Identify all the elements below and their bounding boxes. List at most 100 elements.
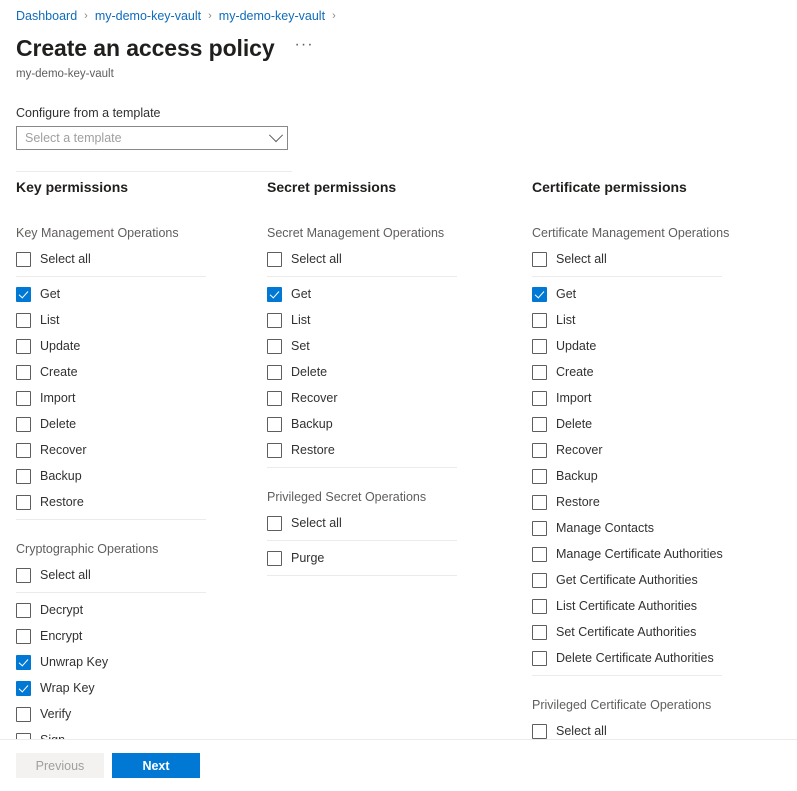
permission-checkbox[interactable]: Delete bbox=[16, 411, 256, 437]
permission-checkbox[interactable]: Update bbox=[16, 333, 256, 359]
section-divider bbox=[16, 171, 292, 172]
permission-checkbox[interactable]: List bbox=[16, 307, 256, 333]
permission-checkbox[interactable]: List bbox=[267, 307, 507, 333]
permission-checkbox[interactable]: Recover bbox=[16, 437, 256, 463]
permission-checkbox[interactable]: Decrypt bbox=[16, 597, 256, 623]
permission-checkbox[interactable]: Unwrap Key bbox=[16, 649, 256, 675]
checkbox-label: Recover bbox=[291, 391, 338, 405]
checkbox-unchecked-icon bbox=[532, 598, 547, 614]
checkbox-unchecked-icon bbox=[267, 390, 282, 406]
group-divider bbox=[16, 276, 206, 277]
group-label: Privileged Secret Operations bbox=[267, 490, 427, 504]
checkbox-unchecked-icon bbox=[16, 251, 31, 267]
select-all-checkbox[interactable]: Select all bbox=[16, 562, 256, 588]
breadcrumb: Dashboard › my-demo-key-vault › my-demo-key-… bbox=[0, 0, 797, 24]
permission-checkbox[interactable]: Create bbox=[532, 359, 772, 385]
checkbox-unchecked-icon bbox=[532, 650, 547, 666]
permission-checkbox[interactable]: Delete bbox=[532, 411, 772, 437]
breadcrumb-item-1[interactable]: my-demo-key-vault bbox=[95, 8, 201, 24]
checkbox-unchecked-icon bbox=[267, 364, 282, 380]
checkbox-unchecked-icon bbox=[16, 468, 31, 484]
permission-checkbox[interactable]: Verify bbox=[16, 701, 256, 727]
group-divider bbox=[267, 540, 457, 541]
permission-checkbox[interactable]: Get bbox=[16, 281, 256, 307]
group-divider bbox=[267, 467, 457, 468]
select-all-checkbox[interactable]: Select all bbox=[532, 718, 772, 740]
permission-checkbox[interactable]: Recover bbox=[532, 437, 772, 463]
permission-checkbox[interactable]: Backup bbox=[16, 463, 256, 489]
permission-checkbox[interactable]: Manage Certificate Authorities bbox=[532, 541, 772, 567]
permission-checkbox[interactable]: Recover bbox=[267, 385, 507, 411]
checkbox-checked-icon bbox=[16, 654, 31, 670]
permission-checkbox[interactable]: Wrap Key bbox=[16, 675, 256, 701]
group-label: Cryptographic Operations bbox=[16, 542, 159, 556]
checkbox-unchecked-icon bbox=[16, 567, 31, 583]
page-header: Create an access policy ··· bbox=[0, 24, 797, 63]
checkbox-unchecked-icon bbox=[532, 312, 547, 328]
breadcrumb-item-2[interactable]: my-demo-key-vault bbox=[219, 8, 325, 24]
checkbox-unchecked-icon bbox=[532, 364, 547, 380]
previous-button[interactable]: Previous bbox=[16, 753, 104, 778]
checkbox-label: Encrypt bbox=[40, 629, 83, 643]
checkbox-label: Backup bbox=[556, 469, 598, 483]
breadcrumb-item-0[interactable]: Dashboard bbox=[16, 8, 77, 24]
column-heading: Certificate permissions bbox=[532, 179, 687, 195]
checkbox-checked-icon bbox=[532, 286, 547, 302]
more-options-icon[interactable]: ··· bbox=[291, 36, 318, 60]
permission-checkbox[interactable]: Delete bbox=[267, 359, 507, 385]
checkbox-label: Get bbox=[291, 287, 312, 301]
permission-checkbox[interactable]: Restore bbox=[267, 437, 507, 463]
checkbox-label: Get Certificate Authorities bbox=[556, 573, 698, 587]
permission-checkbox[interactable]: Import bbox=[16, 385, 256, 411]
checkbox-unchecked-icon bbox=[16, 628, 31, 644]
checkbox-unchecked-icon bbox=[267, 416, 282, 432]
checkbox-unchecked-icon bbox=[532, 416, 547, 432]
select-all-checkbox[interactable]: Select all bbox=[532, 246, 772, 272]
permission-checkbox[interactable]: Set Certificate Authorities bbox=[532, 619, 772, 645]
checkbox-label: Delete bbox=[40, 417, 77, 431]
checkbox-unchecked-icon bbox=[16, 494, 31, 510]
permission-checkbox[interactable]: Get bbox=[532, 281, 772, 307]
permission-checkbox[interactable]: Purge bbox=[267, 545, 507, 571]
checkbox-label: Select all bbox=[40, 568, 91, 582]
group-label: Privileged Certificate Operations bbox=[532, 698, 712, 712]
next-button[interactable]: Next bbox=[112, 753, 200, 778]
group-label: Secret Management Operations bbox=[267, 226, 445, 240]
permission-checkbox[interactable]: Delete Certificate Authorities bbox=[532, 645, 772, 671]
permission-checkbox[interactable]: List Certificate Authorities bbox=[532, 593, 772, 619]
permission-checkbox[interactable]: List bbox=[532, 307, 772, 333]
template-label: Configure from a template bbox=[16, 106, 161, 120]
template-select[interactable]: Select a template bbox=[16, 126, 288, 150]
permission-checkbox[interactable]: Backup bbox=[532, 463, 772, 489]
checkbox-label: Recover bbox=[556, 443, 603, 457]
breadcrumb-separator-icon: › bbox=[332, 10, 336, 22]
select-all-checkbox[interactable]: Select all bbox=[267, 246, 507, 272]
select-all-checkbox[interactable]: Select all bbox=[16, 246, 256, 272]
permission-checkbox[interactable]: Import bbox=[532, 385, 772, 411]
permission-checkbox[interactable]: Encrypt bbox=[16, 623, 256, 649]
select-all-checkbox[interactable]: Select all bbox=[267, 510, 507, 536]
column-heading: Secret permissions bbox=[267, 179, 397, 195]
checkbox-label: List bbox=[40, 313, 60, 327]
permission-checkbox[interactable]: Update bbox=[532, 333, 772, 359]
checkbox-label: Select all bbox=[291, 516, 342, 530]
checkbox-label: Set Certificate Authorities bbox=[556, 625, 697, 639]
checkbox-unchecked-icon bbox=[532, 468, 547, 484]
permission-checkbox[interactable]: Get Certificate Authorities bbox=[532, 567, 772, 593]
permission-checkbox[interactable]: Restore bbox=[16, 489, 256, 515]
permission-checkbox[interactable]: Create bbox=[16, 359, 256, 385]
permission-checkbox[interactable]: Get bbox=[267, 281, 507, 307]
checkbox-label: Recover bbox=[40, 443, 87, 457]
checkbox-unchecked-icon bbox=[267, 312, 282, 328]
checkbox-label: Unwrap Key bbox=[40, 655, 109, 669]
checkbox-label: Restore bbox=[556, 495, 600, 509]
checkbox-unchecked-icon bbox=[267, 515, 282, 531]
group-divider bbox=[532, 675, 722, 676]
checkbox-unchecked-icon bbox=[532, 390, 547, 406]
permission-group: Cryptographic Operations Select all Decryp… bbox=[16, 541, 256, 740]
permission-checkbox[interactable]: Backup bbox=[267, 411, 507, 437]
checkbox-label: Get bbox=[40, 287, 61, 301]
permission-checkbox[interactable]: Manage Contacts bbox=[532, 515, 772, 541]
permission-checkbox[interactable]: Restore bbox=[532, 489, 772, 515]
permission-checkbox[interactable]: Set bbox=[267, 333, 507, 359]
